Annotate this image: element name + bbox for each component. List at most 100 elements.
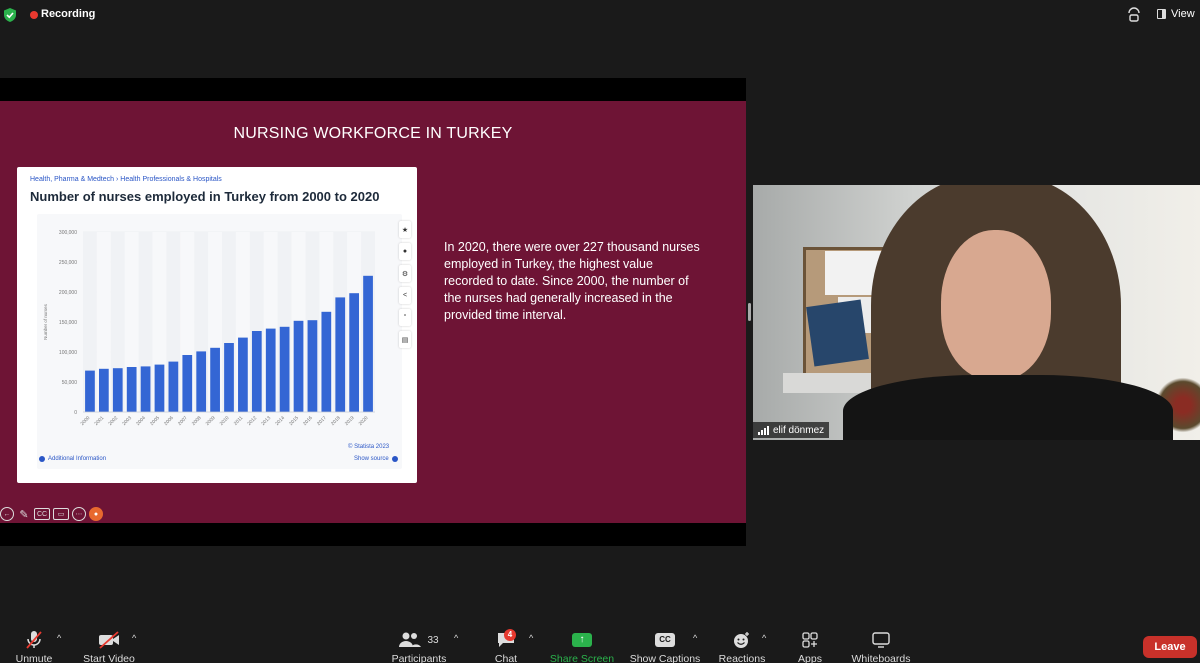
recording-label[interactable]: Recording	[41, 8, 95, 20]
y-tick-label: 200,000	[59, 290, 77, 296]
chat-label: Chat	[494, 653, 518, 663]
chat-button[interactable]: 4 Chat	[490, 623, 522, 663]
participants-button[interactable]: 33 Participants	[388, 623, 450, 663]
x-tick-label: 2012	[246, 415, 258, 427]
y-tick-label: 250,000	[59, 260, 77, 266]
y-tick-label: 0	[74, 410, 77, 416]
view-label: View	[1171, 8, 1195, 20]
x-tick-label: 2015	[288, 415, 300, 427]
split-view-resize-handle[interactable]	[748, 303, 751, 321]
bar	[349, 293, 360, 412]
participants-icon	[399, 632, 422, 647]
security-shield-icon[interactable]	[4, 8, 16, 22]
chat-unread-badge: 4	[504, 629, 516, 641]
view-layout-icon	[1157, 9, 1166, 19]
settings-gear-icon[interactable]: ⚙	[399, 265, 411, 282]
share-icon[interactable]: <	[399, 287, 411, 304]
captions-icon[interactable]: CC	[34, 508, 50, 520]
presenter-avatar-icon[interactable]: ●	[89, 507, 103, 521]
recording-dot-icon	[30, 11, 38, 19]
meeting-controls-toolbar: Unmute ^ Start Video ^ 33 Participants ^	[0, 623, 1200, 663]
participant-face	[941, 230, 1051, 380]
participant-name-tag: elif dönmez	[753, 422, 830, 438]
x-tick-label: 2010	[219, 415, 231, 427]
more-options-icon[interactable]: ⋯	[72, 507, 86, 521]
apps-button[interactable]: Apps	[792, 623, 828, 663]
reactions-button[interactable]: Reactions	[715, 623, 769, 663]
bar	[224, 343, 234, 412]
show-source-link[interactable]: Show source	[354, 456, 398, 462]
y-tick-label: 300,000	[59, 230, 77, 236]
x-tick-label: 2018	[330, 415, 342, 427]
y-tick-label: 150,000	[59, 320, 77, 326]
participant-video-tile[interactable]: elif dönmez	[753, 185, 1200, 440]
bar	[140, 366, 151, 412]
bar	[251, 331, 262, 412]
whiteboard-icon	[872, 632, 890, 648]
y-tick-label: 100,000	[59, 350, 77, 356]
x-tick-label: 2007	[177, 415, 189, 427]
bar-chart: 0 50,000 100,000 150,000 200,000 250,000 300,0…	[43, 230, 375, 427]
show-captions-button[interactable]: CC Show Captions	[626, 623, 704, 663]
favorite-star-icon[interactable]: ★	[399, 221, 411, 238]
start-video-button[interactable]: Start Video	[80, 623, 138, 663]
presentation-slide: NURSING WORKFORCE IN TURKEY Health, Phar…	[0, 101, 746, 523]
immersive-view-icon[interactable]	[1127, 7, 1141, 23]
whiteboards-button[interactable]: Whiteboards	[848, 623, 914, 663]
participant-count: 33	[427, 634, 439, 646]
leave-meeting-button[interactable]: Leave	[1143, 636, 1197, 658]
unmute-button[interactable]: Unmute	[8, 623, 60, 663]
audio-options-chevron-icon[interactable]: ^	[57, 633, 61, 643]
x-tick-label: 2000	[80, 415, 92, 427]
bar	[182, 355, 193, 412]
print-icon[interactable]: ▤	[399, 331, 411, 348]
x-tick-label: 2001	[93, 415, 105, 427]
info-icon	[39, 456, 45, 462]
bar	[265, 328, 276, 412]
bar	[335, 297, 346, 412]
x-tick-label: 2008	[191, 415, 203, 427]
book	[806, 299, 869, 367]
x-tick-label: 2009	[205, 415, 217, 427]
additional-information-label: Additional Information	[48, 456, 107, 462]
bar	[85, 370, 95, 412]
microphone-muted-icon	[26, 631, 42, 649]
captions-options-chevron-icon[interactable]: ^	[693, 633, 697, 643]
participants-options-chevron-icon[interactable]: ^	[454, 633, 458, 643]
share-screen-button[interactable]: ↑ Share Screen	[548, 623, 616, 663]
back-arrow-icon[interactable]: ←	[0, 507, 14, 521]
bar	[293, 320, 304, 412]
bar	[168, 361, 179, 412]
x-tick-label: 2005	[149, 415, 161, 427]
x-tick-label: 2016	[302, 415, 314, 427]
x-tick-label: 2006	[163, 415, 175, 427]
show-source-label: Show source	[354, 456, 389, 462]
camera-off-icon[interactable]: ▭	[53, 508, 69, 520]
unmute-label: Unmute	[15, 653, 53, 663]
apps-label: Apps	[798, 653, 822, 663]
bar	[307, 320, 318, 412]
statista-credit[interactable]: © Statista 2023	[348, 444, 389, 450]
video-camera-off-icon	[99, 631, 119, 649]
statista-chart-card: Health, Pharma & Medtech › Health Profes…	[17, 167, 417, 483]
captions-cc-icon: CC	[655, 633, 675, 647]
participant-name: elif dönmez	[773, 424, 825, 436]
additional-information-link[interactable]: Additional Information	[39, 456, 106, 462]
notification-bell-icon[interactable]: ●	[399, 243, 411, 260]
video-options-chevron-icon[interactable]: ^	[132, 633, 136, 643]
quote-icon[interactable]: “	[399, 309, 411, 326]
view-button[interactable]: View	[1157, 8, 1195, 20]
chat-options-chevron-icon[interactable]: ^	[529, 633, 533, 643]
reactions-options-chevron-icon[interactable]: ^	[762, 633, 766, 643]
bar	[196, 351, 207, 412]
connection-strength-icon	[758, 425, 769, 435]
x-tick-label: 2020	[358, 415, 370, 427]
start-video-label: Start Video	[83, 653, 135, 663]
bar	[321, 311, 332, 412]
share-screen-label: Share Screen	[549, 653, 615, 663]
bar	[154, 364, 165, 412]
pen-icon[interactable]: ✎	[17, 507, 31, 521]
bar	[112, 368, 123, 412]
x-tick-label: 2013	[260, 415, 272, 427]
chart-card-title: Number of nurses employed in Turkey from…	[30, 189, 380, 204]
